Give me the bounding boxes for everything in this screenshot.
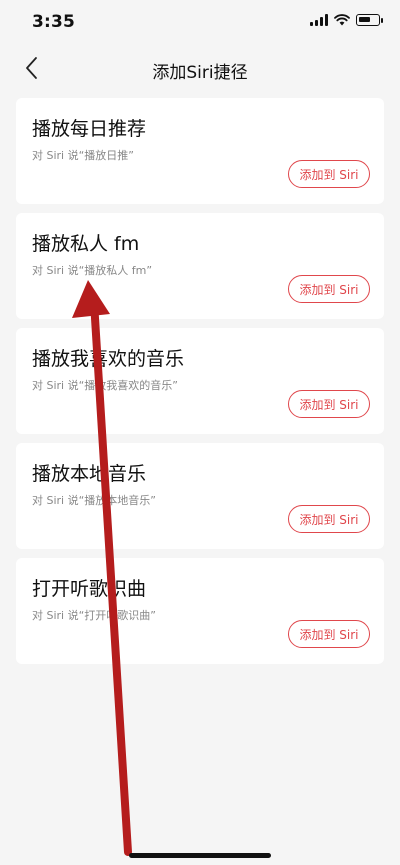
shortcut-card-liked-music: 播放我喜欢的音乐 对 Siri 说“播放我喜欢的音乐” 添加到 Siri xyxy=(16,328,384,434)
status-bar: 3:35 xyxy=(0,0,400,44)
shortcut-phrase: 对 Siri 说“播放私人 fm” xyxy=(32,264,153,277)
shortcut-title: 播放本地音乐 xyxy=(32,463,147,485)
shortcut-card-local-music: 播放本地音乐 对 Siri 说“播放本地音乐” 添加到 Siri xyxy=(16,443,384,549)
shortcut-phrase: 对 Siri 说“打开听歌识曲” xyxy=(32,609,157,622)
shortcut-title: 播放私人 fm xyxy=(32,233,140,255)
add-to-siri-button[interactable]: 添加到 Siri xyxy=(288,505,370,533)
add-to-siri-button[interactable]: 添加到 Siri xyxy=(288,390,370,418)
shortcut-list: 播放每日推荐 对 Siri 说“播放日推” 添加到 Siri 播放私人 fm 对… xyxy=(16,98,384,673)
shortcut-card-daily-recommend: 播放每日推荐 对 Siri 说“播放日推” 添加到 Siri xyxy=(16,98,384,204)
add-to-siri-button[interactable]: 添加到 Siri xyxy=(288,620,370,648)
add-to-siri-button[interactable]: 添加到 Siri xyxy=(288,275,370,303)
shortcut-title: 播放我喜欢的音乐 xyxy=(32,348,185,370)
page-title: 添加Siri捷径 xyxy=(152,63,248,83)
wifi-icon xyxy=(334,14,350,26)
cellular-signal-icon xyxy=(310,14,328,26)
status-time: 3:35 xyxy=(32,12,76,32)
nav-bar: 添加Siri捷径 xyxy=(0,44,400,92)
battery-icon xyxy=(356,14,383,26)
shortcut-card-song-recognition: 打开听歌识曲 对 Siri 说“打开听歌识曲” 添加到 Siri xyxy=(16,558,384,664)
status-icons xyxy=(310,14,383,26)
shortcut-card-private-fm: 播放私人 fm 对 Siri 说“播放私人 fm” 添加到 Siri xyxy=(16,213,384,319)
shortcut-phrase: 对 Siri 说“播放我喜欢的音乐” xyxy=(32,379,179,392)
shortcut-phrase: 对 Siri 说“播放日推” xyxy=(32,149,135,162)
shortcut-phrase: 对 Siri 说“播放本地音乐” xyxy=(32,494,157,507)
home-indicator xyxy=(129,853,271,858)
shortcut-title: 打开听歌识曲 xyxy=(32,578,147,600)
add-to-siri-button[interactable]: 添加到 Siri xyxy=(288,160,370,188)
shortcut-title: 播放每日推荐 xyxy=(32,118,147,140)
